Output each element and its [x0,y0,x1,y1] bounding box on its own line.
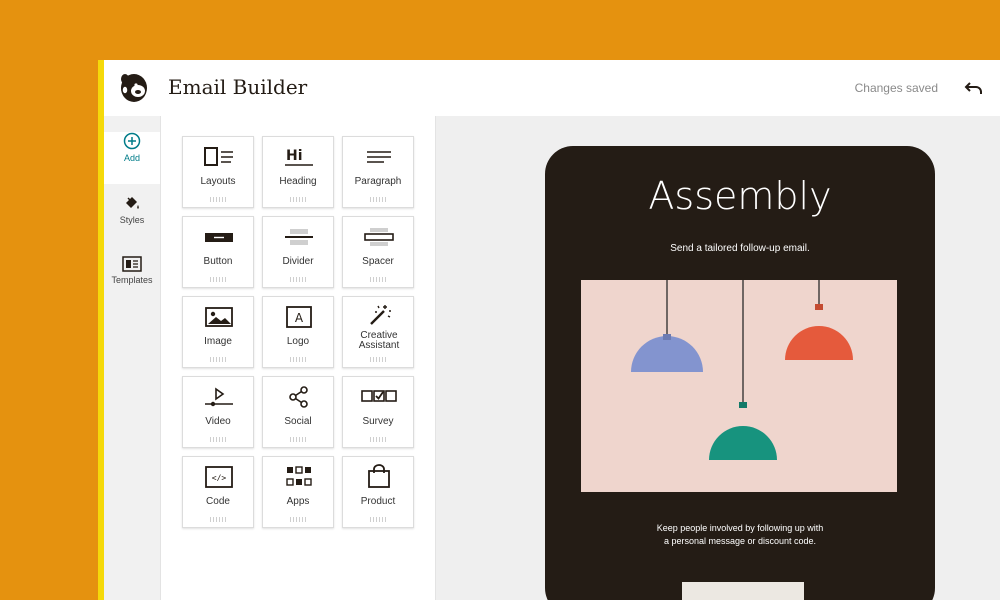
paragraph-icon [367,151,391,163]
add-circle-icon [123,132,141,150]
block-heading[interactable]: Hi Heading [262,136,334,208]
top-bar: Email Builder Changes saved [104,60,1000,117]
block-creative-assistant[interactable]: Creative Assistant [342,296,414,368]
sidebar-item-label: Add [123,153,140,163]
app-window: Email Builder Changes saved Add Styles T… [104,60,1000,600]
block-social[interactable]: Social [262,376,334,448]
email-cta-button[interactable] [682,582,804,600]
block-label: Product [360,496,396,507]
block-label: Image [204,336,232,347]
undo-icon[interactable] [964,77,984,97]
survey-icon [361,390,397,402]
drag-handle[interactable] [370,517,388,522]
code-icon: </> [205,466,233,488]
heading-icon: Hi [285,148,313,166]
content-blocks-panel: Layouts Hi Heading Paragraph Button Divi… [161,116,436,600]
drag-handle[interactable] [210,437,228,442]
block-product[interactable]: Product [342,456,414,528]
block-video[interactable]: Video [182,376,254,448]
app-title: Email Builder [168,75,308,99]
block-spacer[interactable]: Spacer [342,216,414,288]
email-body-line: Keep people involved by following up wit… [656,523,824,533]
drag-handle[interactable] [210,517,228,522]
drag-handle[interactable] [290,437,308,442]
drag-handle[interactable] [290,197,308,202]
email-subtitle[interactable]: Send a tailored follow-up email. [545,243,935,254]
drag-handle[interactable] [210,197,228,202]
drag-handle[interactable] [370,357,388,362]
block-paragraph[interactable]: Paragraph [342,136,414,208]
sidebar-item-add[interactable]: Add [104,132,160,184]
email-body-line: a personal message or discount code. [663,536,817,546]
share-icon [289,386,308,408]
block-logo[interactable]: A Logo [262,296,334,368]
drag-handle[interactable] [290,277,308,282]
paint-bucket-icon [126,197,139,209]
drag-handle[interactable] [370,437,388,442]
block-apps[interactable]: Apps [262,456,334,528]
block-label: Spacer [362,256,394,267]
block-button[interactable]: Button [182,216,254,288]
save-status: Changes saved [854,81,938,95]
sidebar-item-styles[interactable]: Styles [104,194,160,244]
mailchimp-logo [121,74,147,102]
magic-wand-icon [370,305,391,325]
logo-icon-text: A [295,311,304,325]
block-label: Creative Assistant [358,330,400,351]
email-canvas: Assembly Send a tailored follow-up email… [436,116,1000,600]
button-icon [205,233,233,242]
spacer-icon [364,228,394,246]
divider-icon [285,229,313,245]
email-title[interactable]: Assembly [545,174,935,218]
sidebar-item-templates[interactable]: Templates [104,256,160,306]
email-preview: Assembly Send a tailored follow-up email… [545,146,935,600]
block-label: Code [206,496,230,507]
shopping-bag-icon [368,464,390,488]
email-body-text[interactable]: Keep people involved by following up wit… [615,522,865,548]
drag-handle[interactable] [370,277,388,282]
block-divider[interactable]: Divider [262,216,334,288]
block-label: Social [284,416,312,427]
code-icon-text: </> [212,474,227,483]
drag-handle[interactable] [370,197,388,202]
template-icon [122,256,142,272]
drag-handle[interactable] [210,357,228,362]
block-label: Button [203,256,233,267]
block-layouts[interactable]: Layouts [182,136,254,208]
block-label: Layouts [200,176,236,187]
hero-image[interactable] [581,280,897,492]
block-code[interactable]: </> Code [182,456,254,528]
sidebar-item-label: Styles [119,215,145,225]
sidebar-item-label: Templates [111,275,153,285]
block-image[interactable]: Image [182,296,254,368]
sidebar-rail: Add Styles Templates [104,116,161,600]
block-label: Divider [282,256,314,267]
block-survey[interactable]: Survey [342,376,414,448]
image-icon [205,307,233,327]
block-label: Video [205,416,231,427]
heading-icon-text: Hi [286,148,303,164]
block-label: Logo [286,336,310,347]
block-label: Survey [362,416,394,427]
drag-handle[interactable] [290,357,308,362]
drag-handle[interactable] [290,517,308,522]
video-icon [205,387,233,407]
drag-handle[interactable] [210,277,228,282]
block-label: Heading [279,176,317,187]
logo-icon: A [286,306,312,328]
layouts-icon [204,147,233,166]
block-label: Apps [286,496,310,507]
apps-icon [286,466,312,486]
block-label: Paragraph [354,176,402,187]
